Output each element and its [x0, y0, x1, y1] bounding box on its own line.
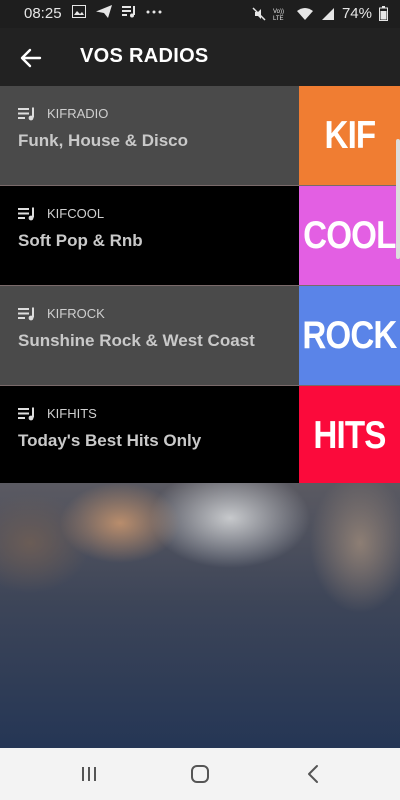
background-image: [0, 483, 400, 748]
battery-percent: 74%: [341, 5, 372, 22]
recent-apps-icon[interactable]: [77, 762, 101, 786]
battery-icon: [379, 6, 388, 21]
radio-code: KIFROCK: [47, 306, 105, 321]
radio-code: KIFHITS: [47, 406, 97, 421]
svg-text:LTE: LTE: [273, 16, 284, 21]
wifi-icon: [296, 7, 313, 20]
image-icon: [72, 5, 86, 18]
more-icon: [146, 10, 162, 13]
send-icon: [96, 5, 112, 18]
app-bar: VOS RADIOS: [0, 28, 400, 86]
radio-item-kifrock[interactable]: KIFROCK Sunshine Rock & West Coast ROCK: [0, 286, 400, 386]
radio-description: Sunshine Rock & West Coast: [18, 331, 255, 350]
radio-code: KIFCOOL: [47, 206, 105, 221]
radio-code: KIFRADIO: [47, 106, 109, 121]
radio-description: Today's Best Hits Only: [18, 431, 202, 450]
radio-logo-text: ROCK: [302, 313, 397, 357]
arrow-back-icon[interactable]: [18, 45, 44, 71]
mute-icon: [252, 6, 266, 21]
radio-logo[interactable]: KIF: [299, 86, 400, 185]
system-nav-bar: [0, 748, 400, 800]
signal-icon: [321, 7, 334, 20]
volte-icon: Vo))LTE: [273, 9, 284, 21]
status-bar: 08:25 Vo)) LTE 74%: [0, 0, 400, 28]
radio-description: Funk, House & Disco: [18, 131, 189, 150]
radio-logo[interactable]: ROCK: [299, 286, 400, 385]
radio-item-kifradio[interactable]: KIFRADIO Funk, House & Disco KIF: [0, 86, 400, 186]
status-left-icons: [72, 5, 162, 18]
radio-logo-text: HITS: [313, 413, 386, 457]
queue-music-icon: [18, 307, 34, 321]
svg-text:Vo)): Vo)): [273, 9, 284, 15]
queue-music-icon: [122, 6, 135, 18]
queue-music-icon: [18, 207, 34, 221]
scroll-indicator[interactable]: [396, 139, 400, 259]
back-icon[interactable]: [302, 762, 326, 786]
radio-logo-text: COOL: [303, 213, 396, 257]
radio-list: KIFRADIO Funk, House & Disco KIF KIFCOOL…: [0, 86, 400, 486]
radio-logo[interactable]: COOL: [299, 186, 400, 285]
page-title: VOS RADIOS: [80, 45, 209, 67]
queue-music-icon: [18, 107, 34, 121]
status-right-icons: Vo)) LTE 74%: [252, 5, 388, 22]
home-icon[interactable]: [188, 762, 212, 786]
queue-music-icon: [18, 407, 34, 421]
radio-logo-text: KIF: [324, 113, 376, 157]
radio-item-kifcool[interactable]: KIFCOOL Soft Pop & Rnb COOL: [0, 186, 400, 286]
radio-description: Soft Pop & Rnb: [18, 231, 143, 250]
status-time: 08:25: [24, 5, 62, 22]
radio-logo[interactable]: HITS: [299, 386, 400, 485]
radio-item-kifhits[interactable]: KIFHITS Today's Best Hits Only HITS: [0, 386, 400, 486]
